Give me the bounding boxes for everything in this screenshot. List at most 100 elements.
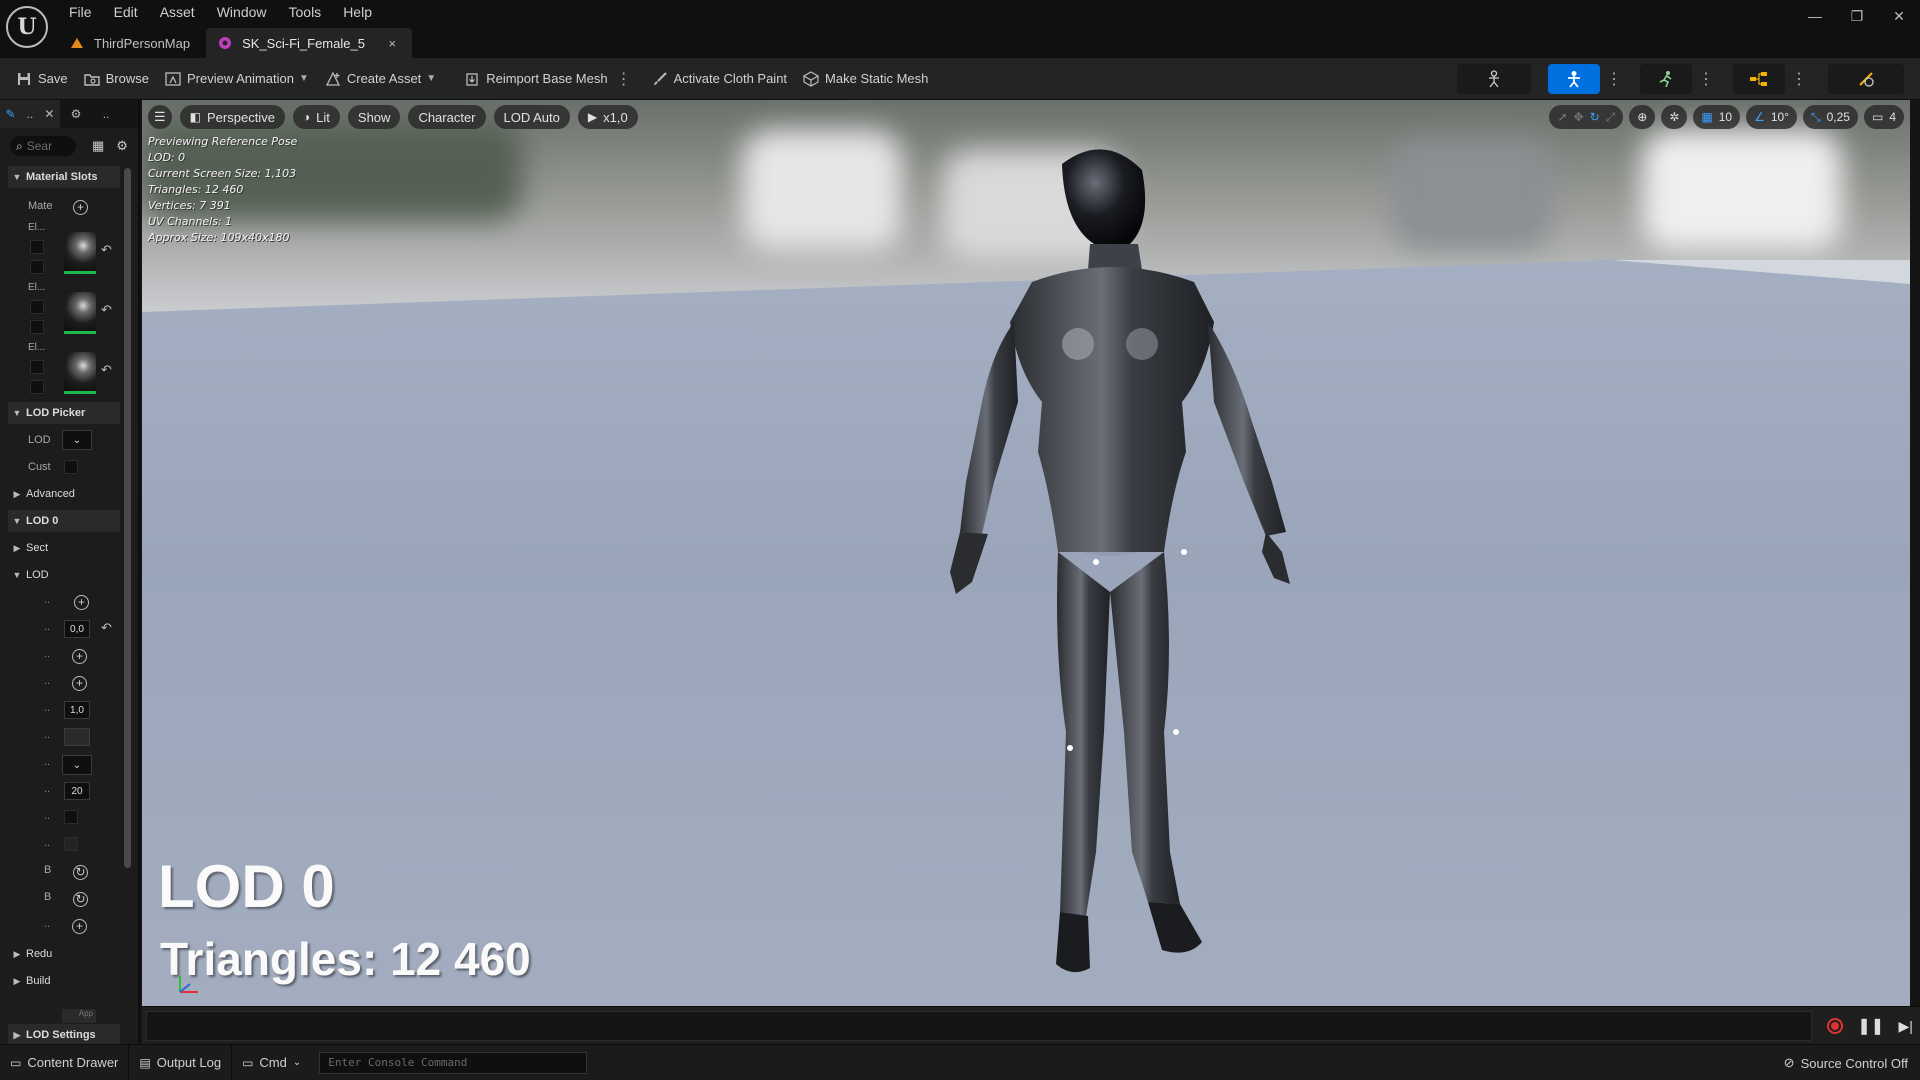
preview-viewport[interactable]: ☰ ◧ Perspective ◑ Lit Show Character LOD A… [142, 100, 1910, 1006]
reset-arrow-icon[interactable]: ↶ [101, 242, 112, 258]
pause-icon[interactable]: ❚❚ [1857, 1016, 1884, 1036]
apply-changes-button[interactable]: App [62, 1009, 96, 1023]
material-thumbnail-2[interactable] [64, 352, 96, 394]
reset-arrow-icon[interactable]: ↶ [101, 620, 112, 636]
surface-snap-button[interactable]: ✲ [1661, 105, 1688, 129]
viewport-options-button[interactable]: ☰ [148, 105, 172, 129]
property-dropdown[interactable]: ⌄ [62, 755, 92, 775]
lod-picker-dropdown[interactable]: ⌄ [62, 430, 92, 450]
settings-gear-icon[interactable]: ⚙ [116, 138, 128, 154]
section-lod-settings[interactable]: ▶ LOD Settings [8, 1024, 120, 1044]
element-2-checkbox-b[interactable] [30, 380, 44, 394]
reset-arrow-icon[interactable]: ↶ [101, 362, 112, 378]
section-build[interactable]: ▶ Build [8, 970, 120, 992]
create-asset-dropdown[interactable]: Create Asset ▼ [317, 64, 444, 94]
record-button[interactable] [1827, 1018, 1844, 1034]
reimport-base-mesh-button[interactable]: Reimport Base Mesh [456, 64, 615, 94]
element-2-checkbox-a[interactable] [30, 360, 44, 374]
details-scrollbar[interactable] [124, 168, 131, 868]
content-drawer-button[interactable]: ▭ Content Drawer [0, 1044, 130, 1080]
unreal-logo[interactable]: U [6, 6, 48, 48]
maximize-button[interactable]: ❐ [1836, 0, 1878, 32]
skeleton-mode-button[interactable] [1457, 64, 1531, 94]
preview-animation-dropdown[interactable]: Preview Animation ▼ [157, 64, 317, 94]
tab-sk-sci-fi-female-5[interactable]: SK_Sci-Fi_Female_5 × [206, 28, 413, 58]
element-0-checkbox-a[interactable] [30, 240, 44, 254]
menu-window[interactable]: Window [206, 0, 278, 24]
source-control-button[interactable]: ⊘ Source Control Off [1784, 1045, 1908, 1080]
console-command-input[interactable]: Enter Console Command [319, 1051, 588, 1074]
material-thumbnail-1[interactable] [64, 292, 96, 334]
menu-help[interactable]: Help [332, 0, 383, 24]
close-icon[interactable]: ✕ [44, 107, 54, 121]
select-arrow-icon[interactable]: ➚ [1557, 110, 1567, 124]
browse-button[interactable]: Browse [76, 64, 157, 94]
lod-auto-button[interactable]: LOD Auto [493, 105, 570, 129]
menu-file[interactable]: File [58, 0, 103, 24]
camera-speed-button[interactable]: ▭ 4 [1863, 105, 1904, 129]
animation-mode-options-icon[interactable]: ⋮ [1698, 69, 1714, 89]
activate-cloth-paint-button[interactable]: Activate Cloth Paint [644, 64, 795, 94]
add-material-slot-icon[interactable]: + [73, 200, 88, 215]
grid-snap-button[interactable]: ▦ 10 [1693, 105, 1741, 129]
close-window-button[interactable]: ✕ [1878, 0, 1920, 32]
scale-icon[interactable]: ⤢ [1606, 110, 1616, 125]
show-button[interactable]: Show [347, 105, 401, 129]
tab-thirdpersonmap[interactable]: ThirdPersonMap [58, 28, 206, 58]
minimize-button[interactable]: — [1794, 0, 1836, 32]
reset-arrow-icon[interactable]: ↶ [101, 302, 112, 318]
menu-edit[interactable]: Edit [103, 0, 149, 24]
section-lod-0[interactable]: ▼ LOD 0 [8, 510, 120, 532]
property-checkbox[interactable] [64, 810, 78, 824]
tab-asset-details[interactable]: ✎ .. ✕ [0, 100, 60, 128]
add-element-icon[interactable]: + [72, 919, 87, 934]
reimport-options-icon[interactable]: ⋮ [616, 69, 632, 89]
coordinate-space-button[interactable]: ⊕ [1629, 105, 1656, 129]
add-element-icon[interactable]: + [72, 676, 87, 691]
output-log-button[interactable]: ▤ Output Log [129, 1044, 233, 1080]
material-thumbnail-0[interactable] [64, 232, 96, 274]
rotate-icon[interactable]: ↻ [1590, 110, 1600, 124]
step-forward-icon[interactable]: ▶| [1898, 1018, 1912, 1035]
table-view-icon[interactable]: ▦ [92, 138, 104, 154]
move-icon[interactable]: ✥ [1574, 110, 1584, 124]
section-advanced[interactable]: ▶ Advanced [8, 483, 120, 505]
mesh-mode-options-icon[interactable]: ⋮ [1606, 69, 1622, 89]
physics-mode-button[interactable] [1828, 64, 1904, 94]
screen-size-input[interactable]: 0,0 [64, 620, 90, 638]
tab-scene-setup[interactable]: ⚙ .. [60, 100, 120, 128]
add-element-icon[interactable]: + [72, 649, 87, 664]
skeletal-mesh-mode-button[interactable] [1548, 64, 1600, 94]
custom-lod-checkbox[interactable] [64, 460, 78, 474]
character-button[interactable]: Character [408, 105, 486, 129]
make-static-mesh-button[interactable]: Make Static Mesh [795, 64, 936, 94]
animation-mode-button[interactable] [1640, 64, 1692, 94]
blueprint-mode-options-icon[interactable]: ⋮ [1791, 69, 1807, 89]
cmd-dropdown[interactable]: ▭ Cmd ⌄ [232, 1045, 311, 1080]
section-sections[interactable]: ▶ Sect [8, 537, 120, 559]
bone-influences-input[interactable]: 20 [64, 782, 90, 800]
refresh-icon[interactable]: ↻ [73, 865, 88, 880]
add-element-icon[interactable]: + [74, 595, 89, 610]
details-search-input[interactable]: ⌕ Sear [10, 136, 76, 156]
lit-button[interactable]: ◑ Lit [292, 105, 340, 129]
section-reduction[interactable]: ▶ Redu [8, 943, 120, 965]
lod-hysteresis-input[interactable]: 1,0 [64, 701, 90, 719]
save-button[interactable]: Save [8, 64, 76, 94]
close-tab-icon[interactable]: × [389, 36, 397, 51]
perspective-button[interactable]: ◧ Perspective [179, 105, 285, 129]
section-lod-info[interactable]: ▼ LOD [8, 564, 120, 586]
refresh-icon[interactable]: ↻ [73, 892, 88, 907]
menu-tools[interactable]: Tools [278, 0, 333, 24]
element-1-checkbox-a[interactable] [30, 300, 44, 314]
blueprint-mode-button[interactable] [1733, 64, 1785, 94]
scale-snap-button[interactable]: ⤡ 0,25 [1803, 105, 1858, 129]
playback-speed-button[interactable]: ▶ x1,0 [577, 105, 638, 129]
timeline-track[interactable] [146, 1011, 1812, 1041]
menu-asset[interactable]: Asset [149, 0, 206, 24]
section-material-slots[interactable]: ▼ Material Slots [8, 166, 120, 188]
rotation-snap-button[interactable]: ∠ 10° [1746, 105, 1797, 129]
section-lod-picker[interactable]: ▼ LOD Picker [8, 402, 120, 424]
element-1-checkbox-b[interactable] [30, 320, 44, 334]
element-0-checkbox-b[interactable] [30, 260, 44, 274]
